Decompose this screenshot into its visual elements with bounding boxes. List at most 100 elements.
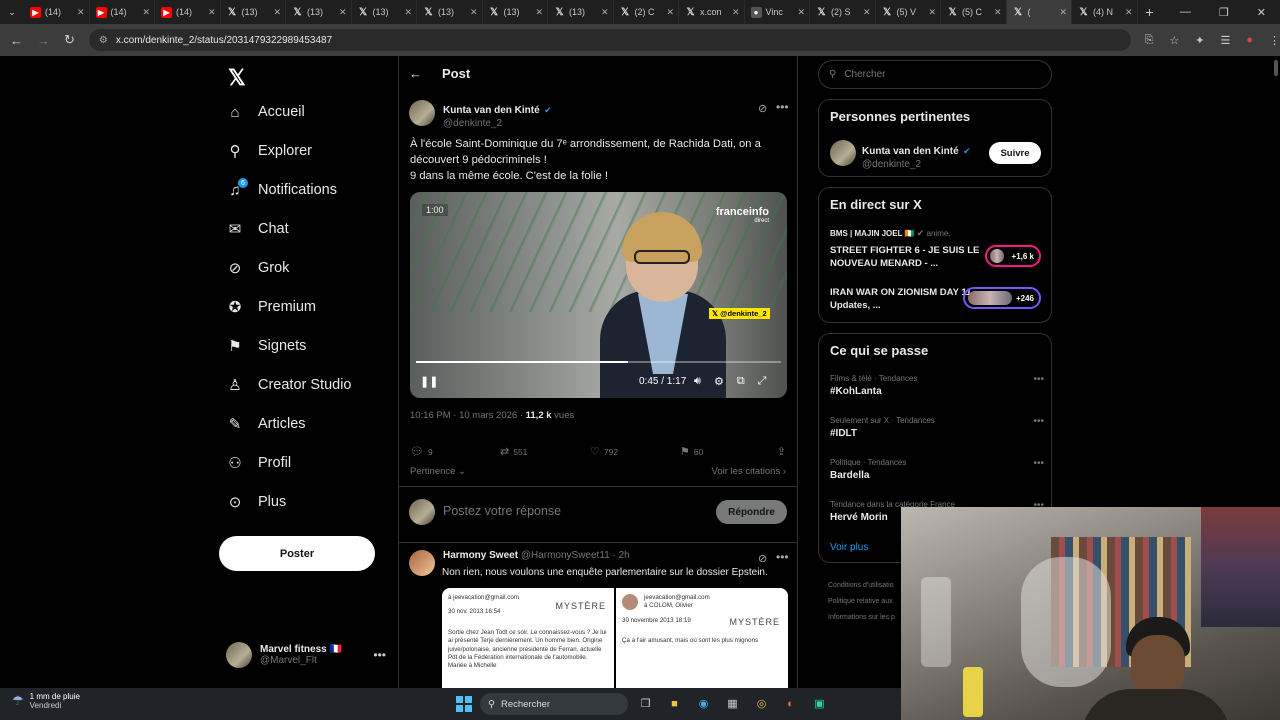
reload-button[interactable]: ↻ — [64, 32, 75, 48]
browser-tab[interactable]: 𝕏 (5) C ✕ — [941, 0, 1007, 24]
browser-tab[interactable]: 𝕏x.con ✕ — [679, 0, 745, 24]
repost-action[interactable]: ⇄ 551 — [500, 445, 590, 458]
close-tab-icon[interactable]: ✕ — [470, 7, 478, 18]
store-icon[interactable]: ▦ — [723, 694, 742, 713]
more-icon[interactable]: ••• — [1033, 374, 1044, 385]
browser-tab[interactable]: 𝕏 (2) C ✕ — [614, 0, 679, 24]
reply-image[interactable]: à jeevacation@gmail.com 30 nov. 2013 16:… — [442, 588, 788, 688]
site-info-icon[interactable]: ⚙ — [99, 35, 108, 46]
task-view-icon[interactable]: ❐ — [636, 694, 655, 713]
trend-item[interactable]: Seulement sur X · Tendances #IDLT ••• — [830, 416, 1044, 439]
pip-icon[interactable]: ⧉ — [737, 375, 745, 388]
chrome-icon[interactable]: ◎ — [752, 694, 771, 713]
bookmark-star-icon[interactable]: ☆ — [1169, 34, 1179, 47]
live-listeners-pill[interactable]: +1,6 k — [985, 245, 1041, 267]
fullscreen-icon[interactable]: ⤢ — [758, 375, 767, 388]
live-listeners-pill[interactable]: +246 — [963, 287, 1041, 309]
avatar[interactable] — [409, 550, 435, 576]
browser-tab[interactable]: 𝕏 (13) ✕ — [548, 0, 614, 24]
trend-item[interactable]: Films & télé · Tendances #KohLanta ••• — [830, 374, 1044, 397]
close-tab-icon[interactable]: ✕ — [273, 7, 281, 18]
reply-input[interactable]: Postez votre réponse — [443, 504, 561, 518]
share-icon[interactable]: ⇪ — [777, 445, 786, 458]
sidebar-item-signets[interactable]: ⚑ Signets — [226, 337, 306, 355]
close-tab-icon[interactable]: ✕ — [601, 7, 609, 18]
trend-item[interactable]: Politique · Tendances Bardella ••• — [830, 458, 1044, 481]
sidebar-item-articles[interactable]: ✎ Articles — [226, 415, 306, 433]
sidebar-item-notifications[interactable]: ♫ 6 Notifications — [226, 178, 337, 199]
browser-tab[interactable]: 𝕏 (13) ✕ — [352, 0, 417, 24]
live-stream-title[interactable]: IRAN WAR ON ZIONISM DAY 11, Updates, ... — [830, 286, 980, 312]
close-tab-icon[interactable]: ✕ — [994, 7, 1002, 18]
install-icon[interactable]: ⎘ — [1145, 34, 1154, 47]
sidebar-toggle-icon[interactable]: ☰ — [1220, 34, 1230, 47]
more-icon[interactable]: ••• — [1033, 416, 1044, 427]
browser-tab[interactable]: ▶ (14) ✕ — [90, 0, 155, 24]
sidebar-item-plus[interactable]: ⊙ Plus — [226, 493, 287, 511]
browser-tab[interactable]: 𝕏 (13) ✕ — [417, 0, 483, 24]
edge-icon[interactable]: ◉ — [694, 694, 713, 713]
browser-tab[interactable]: 𝕏 (✕ — [1006, 0, 1072, 24]
back-arrow-icon[interactable]: ← — [409, 66, 422, 81]
tweet-timestamp[interactable]: 10:16 PM · 10 mars 2026 · — [410, 410, 526, 421]
tweet-author[interactable]: Kunta van den Kinté ✔ @denkinte_2 — [409, 100, 552, 129]
see-more-link[interactable]: Voir plus — [830, 542, 868, 553]
x-logo-icon[interactable]: 𝕏 — [228, 65, 246, 91]
back-button[interactable]: ← — [10, 33, 23, 48]
reply-author-handle[interactable]: @HarmonySweet11 · 2h — [521, 550, 630, 561]
sidebar-item-explorer[interactable]: ⚲ Explorer — [226, 142, 313, 160]
bookmark-action[interactable]: ⚑ 60 — [680, 445, 770, 458]
volume-icon[interactable]: 🔊︎ — [694, 375, 701, 388]
follow-button[interactable]: Suivre — [989, 142, 1041, 164]
app-icon[interactable]: ▣ — [810, 694, 829, 713]
extensions-icon[interactable]: ✦ — [1195, 34, 1204, 47]
video-progress-bar[interactable] — [416, 361, 781, 363]
browser-tab[interactable]: 𝕏 (13) ✕ — [221, 0, 286, 24]
avatar[interactable] — [409, 100, 435, 126]
browser-tab[interactable]: 𝕏 (13) ✕ — [483, 0, 548, 24]
reply-action[interactable]: 💬︎ 9 — [410, 445, 500, 458]
close-tab-icon[interactable]: ✕ — [77, 7, 85, 18]
account-switcher[interactable]: Marvel fitness 🇫🇷 @Marvel_Flt ••• — [226, 642, 386, 668]
close-tab-icon[interactable]: ✕ — [666, 7, 674, 18]
footer-link[interactable]: Conditions d'utilisatio — [828, 578, 895, 594]
sidebar-item-accueil[interactable]: ⌂ Accueil — [226, 103, 304, 121]
live-host[interactable]: BMS | MAJIN JOEL 🇨🇮 ✔ anime. — [830, 228, 951, 239]
sidebar-item-profil[interactable]: ⚇ Profil — [226, 454, 291, 472]
close-tab-icon[interactable]: ✕ — [1059, 7, 1067, 18]
more-icon[interactable]: ••• — [373, 648, 386, 662]
minimize-button[interactable]: — — [1180, 6, 1191, 19]
like-action[interactable]: ♡ 792 — [590, 445, 680, 458]
live-stream-title[interactable]: STREET FIGHTER 6 - JE SUIS LE NOUVEAU ME… — [830, 244, 980, 270]
grok-icon[interactable]: ⊘ — [758, 552, 767, 565]
close-tab-icon[interactable]: ✕ — [1125, 7, 1133, 18]
file-explorer-icon[interactable]: ■ — [665, 694, 684, 713]
close-tab-icon[interactable]: ✕ — [339, 7, 347, 18]
sidebar-item-creator-studio[interactable]: ♙ Creator Studio — [226, 376, 351, 394]
browser-tab[interactable]: 𝕏 (13) ✕ — [286, 0, 352, 24]
browser-tab[interactable]: ▶ (14) ✕ — [155, 0, 221, 24]
settings-gear-icon[interactable]: ⚙ — [714, 375, 724, 388]
browser-tab[interactable]: ● Vinc ✕ — [745, 0, 810, 24]
new-tab-button[interactable]: + — [1138, 4, 1162, 20]
sidebar-item-chat[interactable]: ✉ Chat — [226, 220, 289, 238]
author-handle[interactable]: @denkinte_2 — [443, 118, 552, 129]
search-input[interactable]: ⚲ Chercher — [818, 60, 1052, 89]
more-icon[interactable]: ••• — [776, 100, 789, 114]
menu-icon[interactable]: ⋮ — [1269, 34, 1280, 47]
firefox-icon[interactable]: ◐ — [781, 694, 800, 713]
sidebar-item-grok[interactable]: ⊘ Grok — [226, 259, 290, 277]
profile-icon[interactable]: ● — [1246, 34, 1253, 47]
footer-link[interactable]: Politique relative aux — [828, 594, 895, 610]
close-tab-icon[interactable]: ✕ — [797, 7, 805, 18]
browser-tab[interactable]: ▶ (14) ✕ — [24, 0, 90, 24]
close-tab-icon[interactable]: ✕ — [208, 7, 216, 18]
sort-dropdown[interactable]: Pertinence ⌄ — [410, 466, 466, 477]
close-tab-icon[interactable]: ✕ — [142, 7, 150, 18]
post-button[interactable]: Poster — [219, 536, 375, 571]
pause-icon[interactable]: ❚❚ — [420, 375, 438, 388]
maximize-button[interactable]: ❐ — [1219, 6, 1229, 19]
reply-author-name[interactable]: Harmony Sweet — [443, 550, 518, 561]
close-tab-icon[interactable]: ✕ — [863, 7, 871, 18]
browser-tab[interactable]: 𝕏 (2) S ✕ — [810, 0, 876, 24]
